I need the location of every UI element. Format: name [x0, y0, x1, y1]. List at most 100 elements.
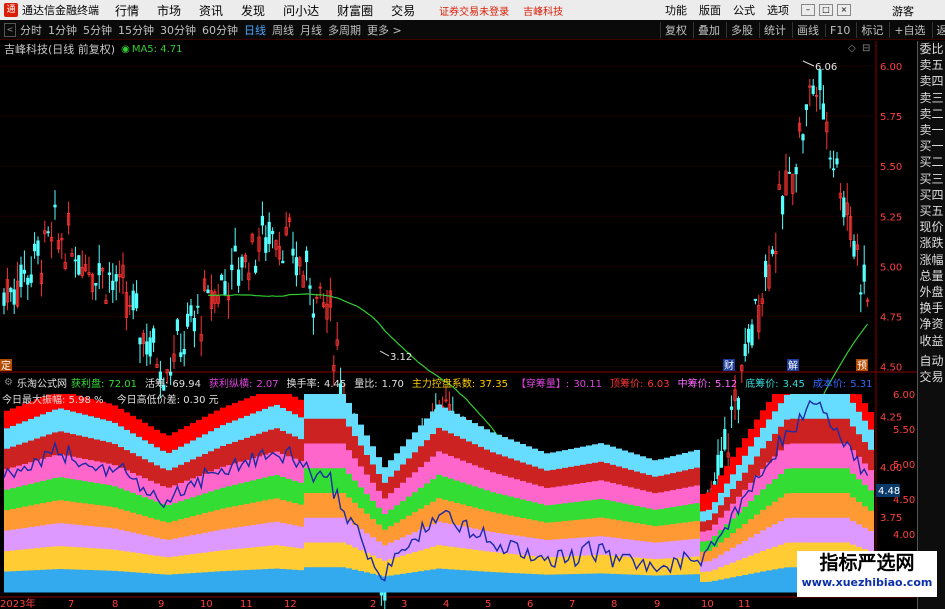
side-item-1[interactable]: 卖五 — [918, 57, 945, 73]
band-layer — [742, 506, 748, 525]
candle-body — [46, 231, 50, 234]
band-layer — [364, 435, 370, 456]
band-layer — [490, 572, 496, 593]
band-layer — [328, 443, 334, 469]
band-red — [106, 403, 112, 421]
side-item-5[interactable]: 卖一 — [918, 122, 945, 138]
band-layer — [802, 468, 808, 494]
band-layer — [526, 446, 532, 466]
side-item-7[interactable]: 买二 — [918, 154, 945, 170]
band-layer — [442, 568, 448, 593]
band-red — [850, 394, 856, 403]
stock-title[interactable]: 吉峰科技(日线 前复权) — [4, 41, 115, 57]
side-item-10[interactable]: 买五 — [918, 203, 945, 219]
side-item-3[interactable]: 卖三 — [918, 90, 945, 106]
band-layer — [46, 569, 52, 593]
band-red — [154, 429, 160, 448]
band-layer — [286, 478, 292, 503]
band-layer — [238, 483, 244, 506]
band-layer — [784, 493, 790, 519]
event-mark-jie[interactable]: 解 — [788, 359, 798, 372]
event-mark-cai[interactable]: 财 — [724, 359, 734, 372]
band-layer — [388, 493, 394, 511]
formula-name[interactable]: 乐淘公式网 — [17, 375, 67, 390]
settings-diamond-icon[interactable]: ◇ — [848, 43, 856, 54]
side-item-20[interactable]: 交易 — [918, 369, 945, 385]
side-item-11[interactable]: 现价 — [918, 219, 945, 235]
band-layer — [64, 455, 70, 479]
band-layer — [394, 470, 400, 489]
band-layer — [244, 415, 250, 439]
band-layer — [388, 542, 394, 560]
band-red — [292, 396, 298, 415]
band-layer — [766, 505, 772, 528]
date-axis-label: 6 — [527, 599, 533, 609]
band-layer — [94, 461, 100, 484]
side-item-16[interactable]: 换手 — [918, 300, 945, 316]
side-item-0[interactable]: 委比 — [918, 41, 945, 57]
chart-canvas[interactable]: 6.00 5.75 5.50 5.25 5.00 4.75 4.50 4.25 4.00 3.75… — [0, 0, 917, 609]
band-layer — [112, 444, 118, 466]
formula-settings-icon[interactable]: ⚙ — [4, 377, 13, 388]
side-item-4[interactable]: 卖二 — [918, 106, 945, 122]
band-layer — [160, 468, 166, 487]
band-layer — [778, 497, 784, 522]
side-item-6[interactable]: 买一 — [918, 138, 945, 154]
band-layer — [454, 569, 460, 593]
side-item-19[interactable]: 自动 — [918, 353, 945, 369]
band-layer — [244, 481, 250, 505]
band-layer — [76, 502, 82, 526]
band-layer — [46, 411, 52, 435]
side-item-2[interactable]: 卖四 — [918, 73, 945, 89]
side-item-13[interactable]: 涨幅 — [918, 252, 945, 268]
band-layer — [580, 573, 586, 593]
side-item-8[interactable]: 买三 — [918, 171, 945, 187]
band-layer — [676, 574, 682, 593]
candle-body — [182, 348, 186, 355]
band-layer — [136, 436, 142, 457]
band-layer — [394, 453, 400, 472]
pane-toggle-icon[interactable]: ⊟ — [862, 43, 870, 54]
candle-body — [53, 204, 57, 208]
side-item-12[interactable]: 涨跌 — [918, 235, 945, 251]
band-layer — [40, 414, 46, 438]
side-item-17[interactable]: 净资 — [918, 316, 945, 332]
band-layer — [514, 573, 520, 593]
band-layer — [214, 530, 220, 552]
event-mark-yu[interactable]: 预 — [857, 360, 867, 372]
band-layer — [640, 575, 646, 593]
date-axis-label: 9 — [654, 599, 660, 609]
band-layer — [82, 503, 88, 526]
side-item-14[interactable]: 总量 — [918, 268, 945, 284]
band-layer — [772, 479, 778, 503]
band-layer — [142, 440, 148, 460]
indicator-field-label: 顶筹价: — [609, 378, 644, 390]
band-layer — [592, 462, 598, 482]
band-layer — [370, 573, 376, 593]
candle-body — [185, 313, 190, 327]
band-layer — [82, 547, 88, 571]
band-layer — [352, 525, 358, 548]
band-layer — [670, 490, 676, 508]
event-mark-ding[interactable]: 定 — [1, 359, 11, 372]
band-layer — [22, 570, 28, 593]
side-item-15[interactable]: 外盘 — [918, 284, 945, 300]
band-layer — [334, 394, 340, 420]
band-layer — [430, 411, 436, 435]
candle-body — [175, 319, 179, 332]
band-layer — [220, 550, 226, 572]
side-item-9[interactable]: 买四 — [918, 187, 945, 203]
band-layer — [172, 574, 178, 593]
indicator-field: 换手率: 4.45 — [287, 379, 351, 390]
band-layer — [412, 512, 418, 533]
band-layer — [268, 545, 274, 570]
side-item-18[interactable]: 收益 — [918, 333, 945, 349]
band-layer — [160, 450, 166, 469]
band-layer — [340, 517, 346, 543]
current-price-tag: 4.48 — [876, 484, 900, 497]
band-layer — [610, 501, 616, 520]
indicator-fields: 获利盘: 72.01 活筹: 69.94 获利纵横: 2.07 换手率: 4.45 量比: 1.7… — [71, 375, 881, 390]
tool-back-button[interactable]: 返回 — [931, 22, 945, 38]
band-layer — [646, 508, 652, 526]
band-layer — [850, 473, 856, 498]
